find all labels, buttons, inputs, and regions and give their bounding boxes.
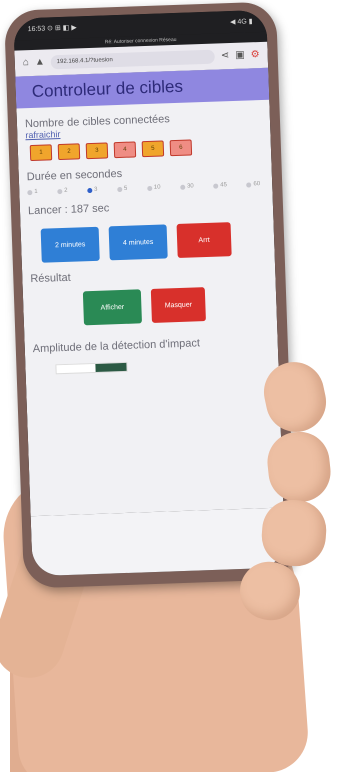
- radio-icon[interactable]: [86, 187, 93, 193]
- duration-option-label: 60: [253, 181, 261, 188]
- share-icon[interactable]: ⋖: [221, 50, 230, 61]
- duration-option[interactable]: 10: [146, 184, 161, 191]
- duration-option-label: 1: [34, 188, 38, 195]
- target-indicator: 6: [169, 139, 193, 157]
- radio-icon[interactable]: [179, 184, 186, 190]
- url-field[interactable]: 192.168.4.1/?tuesion: [50, 49, 216, 70]
- duration-option[interactable]: 1: [27, 189, 38, 195]
- radio-icon[interactable]: [213, 183, 219, 189]
- target-indicator: 1: [29, 144, 53, 162]
- four-minutes-button[interactable]: 4 minutes: [108, 224, 168, 261]
- impact-slider-fill: [94, 362, 127, 372]
- duration-options: 1 2 3 5 10 30 45 60: [27, 181, 264, 195]
- targets-row: 123456: [26, 137, 263, 162]
- duration-option-label: 3: [93, 186, 98, 193]
- duration-option[interactable]: 45: [213, 182, 227, 188]
- radio-icon[interactable]: [146, 185, 152, 191]
- home-icon[interactable]: ⌂: [23, 57, 29, 68]
- back-icon[interactable]: ◀: [205, 573, 211, 576]
- radio-icon[interactable]: [116, 186, 123, 192]
- duration-option-label: 2: [64, 187, 68, 194]
- duration-option-label: 10: [153, 184, 161, 191]
- duration-option[interactable]: 2: [57, 188, 68, 194]
- stop-button[interactable]: Arrt: [176, 222, 232, 259]
- warning-icon[interactable]: ▲: [35, 57, 45, 68]
- status-indicators: ◀ 4G ▮: [229, 18, 253, 27]
- duration-option[interactable]: 60: [246, 181, 260, 187]
- target-indicator: 4: [113, 141, 137, 159]
- hide-button[interactable]: Masquer: [150, 287, 206, 323]
- duration-option-label: 5: [123, 185, 128, 192]
- radio-icon[interactable]: [57, 188, 63, 194]
- radio-icon[interactable]: [27, 189, 33, 195]
- target-indicator: 2: [57, 143, 81, 161]
- duration-option[interactable]: 3: [86, 186, 98, 193]
- duration-option[interactable]: 30: [179, 183, 194, 190]
- result-label: Résultat: [30, 271, 71, 286]
- home-nav-icon[interactable]: ●: [156, 575, 161, 576]
- two-minutes-button[interactable]: 2 minutes: [40, 226, 100, 263]
- photo-scene: 16:53 ⊙ ⊞ ◧ ▶ ◀ 4G ▮ Ré: Autoriser conne…: [0, 0, 341, 772]
- duration-label: Durée en secondes: [26, 167, 123, 184]
- phone-screen: 16:53 ⊙ ⊞ ◧ ▶ ◀ 4G ▮ Ré: Autoriser conne…: [13, 9, 286, 577]
- duration-option-label: 45: [220, 182, 228, 189]
- impact-slider[interactable]: [55, 361, 128, 375]
- radio-icon[interactable]: [246, 181, 252, 188]
- target-indicator: 5: [141, 140, 165, 158]
- tabs-icon[interactable]: ▣: [235, 50, 245, 61]
- duration-option-label: 30: [186, 183, 194, 190]
- web-page: Controleur de cibles Nombre de cibles co…: [15, 67, 284, 517]
- menu-icon[interactable]: ⚙: [251, 49, 260, 60]
- duration-option[interactable]: 5: [116, 185, 128, 192]
- smartphone: 16:53 ⊙ ⊞ ◧ ▶ ◀ 4G ▮ Ré: Autoriser conne…: [3, 1, 297, 589]
- navigation-area: ■ ● ◀: [30, 507, 286, 577]
- impact-label: Amplitude de la détection d'impact: [32, 337, 201, 356]
- target-indicator: 3: [85, 142, 109, 160]
- status-time: 16:53 ⊙ ⊞ ◧ ▶: [27, 24, 77, 34]
- show-button[interactable]: Afficher: [82, 289, 142, 326]
- launch-status: Lancer : 187 sec: [27, 202, 110, 218]
